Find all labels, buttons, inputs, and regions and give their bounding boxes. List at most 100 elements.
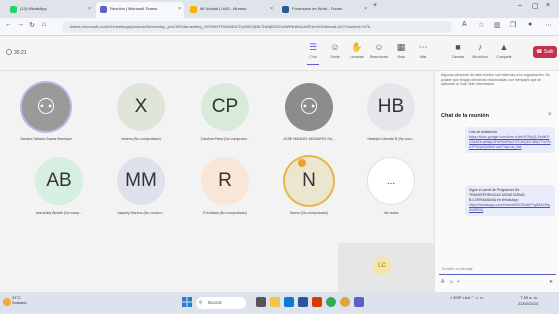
- browser-tab-word[interactable]: Formulario en Word - Formu ×: [278, 2, 370, 18]
- profile-icon[interactable]: ●: [528, 21, 532, 28]
- windows-start-icon[interactable]: [182, 297, 192, 307]
- task-view-icon[interactable]: [256, 297, 266, 307]
- battery-icon[interactable]: ▭: [480, 295, 484, 300]
- edge-icon[interactable]: [284, 297, 294, 307]
- participant-tile[interactable]: AB ana teddy Bicarte (No comp...: [18, 153, 100, 221]
- participant-name: ana teddy Bicarte (No comp...: [35, 211, 83, 215]
- language-indicator[interactable]: ESP LAA: [453, 295, 469, 300]
- favorite-icon[interactable]: ☆: [478, 21, 484, 29]
- message-link[interactable]: https://docs.google.com/form s/d/e/1FAIp…: [469, 135, 551, 150]
- camera-button[interactable]: ■ Cámara: [448, 42, 468, 59]
- extension-icon[interactable]: A: [462, 21, 467, 28]
- clock[interactable]: 7:59 a. m. 22/02/2024: [518, 295, 538, 306]
- view-all-tile[interactable]: ... Ver todos: [350, 153, 432, 221]
- forward-icon[interactable]: →: [17, 21, 24, 28]
- new-tab-icon[interactable]: +: [373, 2, 377, 9]
- collections-icon[interactable]: ❐: [510, 21, 516, 29]
- browser-tab-teams[interactable]: Reunión | Microsoft Teams ×: [96, 2, 184, 18]
- system-tray[interactable]: ˄ ESP LAA ◠ ♫ ▭: [450, 295, 484, 300]
- browser-tab-whatsapp[interactable]: (13) WhatsApp ×: [6, 2, 94, 18]
- shield-icon: [6, 49, 12, 55]
- close-tab-icon[interactable]: ×: [270, 2, 273, 16]
- raise-hand-button[interactable]: ✋ Levantar: [347, 42, 367, 59]
- participant-tile[interactable]: N Nuevo (No comprobado): [268, 153, 350, 221]
- avatar: CP: [201, 83, 249, 131]
- avatar: HB: [367, 83, 415, 131]
- drive-icon: [190, 6, 197, 13]
- chat-message: Link de asistencia https://docs.google.c…: [465, 127, 555, 153]
- participant-tile[interactable]: MM mayerly Moreno (No comcro...: [100, 153, 182, 221]
- taskbar-search[interactable]: ⚲ Buscar: [196, 297, 246, 309]
- back-icon[interactable]: ←: [5, 21, 12, 28]
- mic-button[interactable]: ♪ Micrófono: [470, 42, 490, 59]
- teams-icon[interactable]: [354, 297, 364, 307]
- split-screen-icon[interactable]: ▥: [494, 21, 501, 29]
- chat-panel: Algunas personas de esta reunión son ext…: [434, 71, 559, 292]
- send-icon[interactable]: ➤: [549, 279, 553, 285]
- attach-icon[interactable]: +: [457, 279, 460, 285]
- participant-name: Samara Tatiana Guaza Manrique: [20, 137, 72, 141]
- browser-tab-drive[interactable]: Mi Unidad | UAS - Alumno ×: [186, 2, 276, 18]
- more-icon: ...: [367, 157, 415, 205]
- message-link[interactable]: https://whatsapp.com/channel/0029VaKPhy8…: [469, 203, 551, 213]
- avatar: MM: [117, 157, 165, 205]
- close-tab-icon[interactable]: ×: [364, 2, 367, 16]
- tab-title: Formulario en Word - Formu: [292, 6, 343, 11]
- participant-name: Hadelyn Liberate B (No com...: [367, 137, 415, 141]
- person-icon: ⚇: [22, 83, 70, 131]
- format-icon[interactable]: A: [441, 279, 444, 285]
- close-window-icon[interactable]: ×: [546, 2, 550, 9]
- close-tab-icon[interactable]: ×: [88, 2, 91, 16]
- participant-gallery: ⚇ Samara Tatiana Guaza Manrique X ximena…: [0, 71, 434, 292]
- participant-tile[interactable]: ⚇ Samara Tatiana Guaza Manrique: [5, 79, 87, 147]
- teams-icon: [100, 6, 107, 13]
- more-button[interactable]: ⋯ Más: [413, 42, 433, 59]
- view-button[interactable]: ▦ Vista: [391, 42, 411, 59]
- file-explorer-icon[interactable]: [270, 297, 280, 307]
- reload-icon[interactable]: ↻: [29, 21, 35, 29]
- url-input[interactable]: teams.microsoft.com/v2/meetings/join/uui…: [62, 21, 452, 33]
- participant-tile[interactable]: HB Hadelyn Liberate B (No com...: [350, 79, 432, 147]
- close-icon[interactable]: ×: [548, 112, 552, 118]
- minimize-icon[interactable]: –: [518, 2, 522, 9]
- close-tab-icon[interactable]: ×: [178, 2, 181, 16]
- address-bar-row: ← → ↻ ⌂ teams.microsoft.com/v2/meetings/…: [0, 18, 559, 36]
- people-button[interactable]: ☺ Gente: [325, 42, 345, 59]
- view-icon: ▦: [396, 42, 406, 52]
- chevron-up-icon[interactable]: ˄: [450, 295, 452, 300]
- chrome-icon[interactable]: [326, 297, 336, 307]
- chat-button-label: Chat: [309, 55, 317, 59]
- chrome-profile-icon[interactable]: [340, 297, 350, 307]
- whatsapp-icon: [10, 6, 17, 13]
- raise-hand-icon: ✋: [351, 42, 363, 52]
- share-button[interactable]: ▲ Compartir: [494, 42, 514, 59]
- person-icon: ⚇: [285, 83, 333, 131]
- leave-button[interactable]: ☎ Salir: [533, 46, 557, 58]
- phone-icon: ☎: [536, 49, 543, 55]
- maximize-icon[interactable]: ▢: [532, 2, 539, 10]
- browser-menu-icon[interactable]: ⋯: [545, 21, 552, 29]
- chat-message: Sigue el canal de Programas De TRANSFERE…: [465, 185, 555, 216]
- more-button-label: Más: [419, 55, 427, 59]
- home-icon[interactable]: ⌂: [42, 21, 46, 28]
- volume-icon[interactable]: ♫: [476, 295, 479, 300]
- emoji-icon[interactable]: ☺: [449, 279, 454, 285]
- wifi-icon[interactable]: ◠: [471, 295, 475, 300]
- tab-title: Reunión | Microsoft Teams: [110, 6, 158, 11]
- weather-widget[interactable]: 31°C Soleado: [12, 295, 27, 305]
- message-input[interactable]: Escribir un mensaje: [439, 264, 556, 275]
- participant-name: Carolina Parra (No comproba...: [200, 137, 250, 141]
- participant-tile[interactable]: X ximena (No comprobado): [100, 79, 182, 147]
- participant-tile[interactable]: R R invitado (No comprobado): [184, 153, 266, 221]
- participant-tile[interactable]: ⚇ JOSE MANUEL MONARES SA...: [268, 79, 350, 147]
- self-video-tile[interactable]: LC: [338, 243, 434, 292]
- office-icon[interactable]: [312, 297, 322, 307]
- reactions-button-label: Reacciones: [369, 55, 389, 59]
- word-icon: [282, 6, 289, 13]
- chat-button[interactable]: ☰ Chat: [303, 42, 323, 65]
- share-button-label: Compartir: [496, 55, 512, 59]
- word-icon[interactable]: [298, 297, 308, 307]
- participant-tile[interactable]: CP Carolina Parra (No comproba...: [184, 79, 266, 147]
- participant-name: R invitado (No comprobado): [203, 211, 247, 215]
- reactions-button[interactable]: ☺ Reacciones: [369, 42, 389, 59]
